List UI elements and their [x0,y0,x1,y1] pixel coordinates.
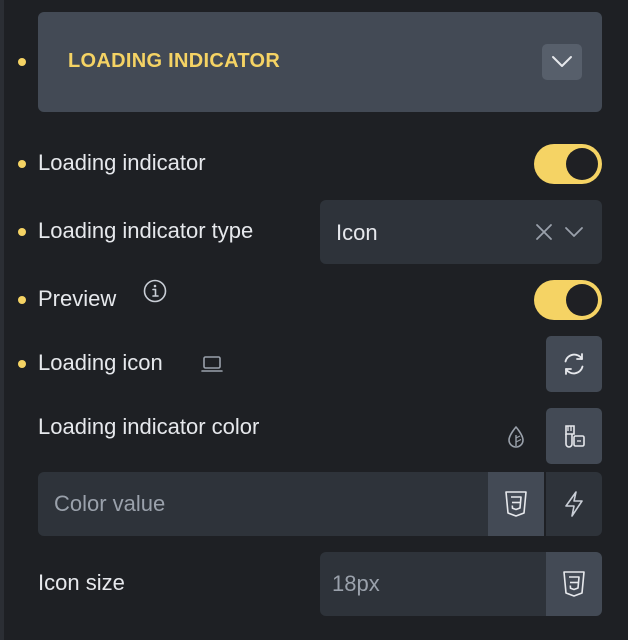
toggle-knob [566,148,598,180]
changed-indicator-dot [18,360,26,368]
chevron-down-icon [551,55,573,69]
color-value-input[interactable] [38,472,488,536]
changed-indicator-dot [18,160,26,168]
palette-icon [560,422,588,450]
changed-indicator-dot [18,58,26,66]
drop-icon[interactable] [504,424,528,450]
preview-label: Preview [38,286,117,311]
select-value: Icon [336,220,378,245]
changed-indicator-dot [18,296,26,304]
loading-icon-label: Loading icon [38,350,163,375]
dynamic-data-button[interactable] [546,472,602,536]
loading-indicator-type-label: Loading indicator type [38,218,254,243]
clear-icon[interactable] [532,220,556,244]
select-loading-icon-button[interactable] [546,336,602,392]
info-icon[interactable] [142,278,168,304]
refresh-icon [560,350,588,378]
preview-toggle[interactable] [534,280,602,320]
bolt-icon [562,490,586,518]
color-palette-button[interactable] [546,408,602,464]
css-size-button[interactable] [546,552,602,616]
section-title: LOADING INDICATOR [68,50,281,72]
loading-indicator-color-label: Loading indicator color [38,414,260,439]
laptop-icon[interactable] [200,353,224,375]
panel-left-border [0,0,4,640]
css-color-button[interactable] [488,472,544,536]
loading-indicator-type-select[interactable]: Icon [320,200,602,264]
collapse-button[interactable] [542,44,582,80]
icon-size-input[interactable] [320,552,546,616]
changed-indicator-dot [18,228,26,236]
chevron-down-icon[interactable] [562,220,586,244]
section-header-loading-indicator[interactable]: LOADING INDICATOR [38,12,602,112]
css3-icon [503,490,529,518]
toggle-knob [566,284,598,316]
loading-indicator-label: Loading indicator [38,150,206,175]
css3-icon [561,570,587,598]
loading-indicator-toggle[interactable] [534,144,602,184]
icon-size-label: Icon size [38,570,125,595]
